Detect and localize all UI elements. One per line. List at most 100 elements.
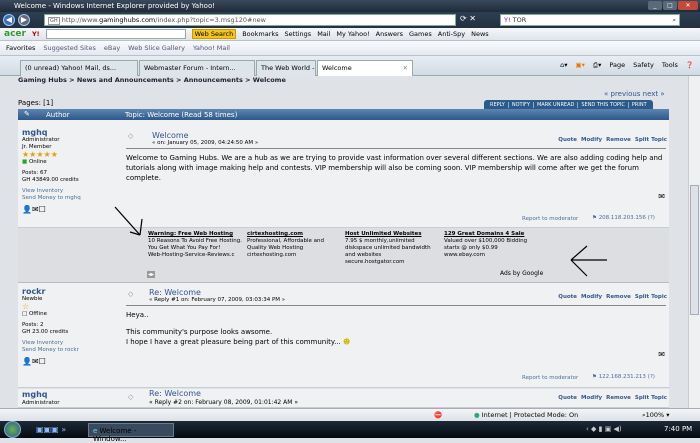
report-to-moderator-link[interactable]: Report to moderator (522, 375, 578, 381)
ad-1[interactable]: Warning: Free Web Hosting 10 Reasons To A… (148, 231, 244, 259)
quick-reply-icon[interactable]: ✉ (658, 192, 665, 201)
post-title[interactable]: Re: Welcome (149, 288, 201, 297)
modify-button[interactable]: Modify (581, 137, 602, 143)
post-author[interactable]: mghq (22, 390, 47, 399)
zone-indicator[interactable]: ● Internet | Protected Mode: On (474, 411, 578, 419)
feeds-icon[interactable]: ▣▾ (575, 61, 584, 70)
system-tray-icons[interactable]: ‹ ◆ ▮ ▣ ◀) (586, 425, 622, 433)
ip-address[interactable]: ⚑ 208.118.203.156 (?) (592, 215, 655, 221)
ads-by-google[interactable]: Ads by Google (500, 270, 543, 277)
ad-2[interactable]: cirtexhosting.com Professional, Affordabl… (247, 231, 343, 259)
home-icon[interactable]: ⌂▾ (560, 61, 567, 70)
pages-indicator[interactable]: Pages: [1] (18, 99, 53, 107)
page-menu[interactable]: Page (609, 61, 625, 70)
reply-button[interactable]: REPLY (487, 101, 509, 108)
remove-button[interactable]: Remove (606, 137, 631, 143)
zoom-control[interactable]: ⌕100% ▾ (642, 411, 670, 420)
settings-button[interactable]: Settings (285, 30, 312, 38)
remove-button[interactable]: Remove (606, 294, 631, 300)
web-slice-gallery-link[interactable]: Web Slice Gallery (128, 44, 185, 52)
previous-next-links[interactable]: « previous next » (604, 90, 665, 98)
ad-title[interactable]: Host Unlimited Websites (345, 231, 422, 237)
yahoo-menu[interactable]: Y! (32, 30, 40, 38)
favorites-button[interactable]: Favorites (6, 44, 35, 52)
taskbar-window-ie[interactable]: e Welcome - Window... (88, 423, 174, 443)
maximize-button[interactable]: □ (663, 1, 677, 10)
profile-icons[interactable]: 👤✉☐ (22, 205, 117, 214)
quick-reply-icon[interactable]: ✉ (658, 350, 665, 359)
address-bar[interactable]: GH http://www.gaminghubs.com/index.php?t… (44, 14, 456, 26)
remove-button[interactable]: Remove (606, 395, 631, 401)
ie-icon: e (93, 427, 98, 435)
anti-spy-button[interactable]: Anti-Spy (438, 30, 465, 38)
send-money-link[interactable]: Send Money to rockr (22, 347, 117, 354)
mark-unread-button[interactable]: MARK UNREAD (534, 101, 579, 108)
clock[interactable]: 7:40 PM (664, 425, 692, 433)
popup-blocker-icon[interactable]: ⛔ (434, 411, 442, 419)
quote-button[interactable]: Quote (558, 294, 577, 300)
quick-launch-icons[interactable]: ▣▣▣ » (36, 425, 66, 434)
ad-title[interactable]: Warning: Free Web Hosting (148, 231, 233, 237)
post-author[interactable]: rockr (22, 287, 117, 296)
web-search-button[interactable]: Web Search (191, 29, 237, 39)
tab-welcome[interactable]: Welcome ✕ (317, 60, 413, 76)
bookmarks-button[interactable]: Bookmarks (242, 30, 278, 38)
tab-yahoo-mail[interactable]: (0 unread) Yahoo! Mail, ds... (20, 60, 138, 76)
back-button[interactable]: ◀ (3, 14, 15, 26)
quote-button[interactable]: Quote (558, 137, 577, 143)
help-icon[interactable]: ❓ (686, 61, 694, 70)
yahoo-search-input[interactable] (45, 29, 186, 39)
start-button[interactable] (4, 421, 21, 438)
view-inventory-link[interactable]: View Inventory (22, 340, 117, 347)
my-yahoo-button[interactable]: My Yahoo! (336, 30, 369, 38)
url-prefix: http://www. (61, 16, 100, 24)
ad-url: cirtexhosting.com (247, 252, 297, 258)
print-button[interactable]: PRINT (629, 102, 650, 108)
modify-button[interactable]: Modify (581, 395, 602, 401)
rank-stars: ★★★★★ (22, 150, 58, 159)
minimize-button[interactable]: _ (648, 1, 662, 10)
profile-icons[interactable]: 👤✉☐ (22, 357, 117, 366)
yahoo-mail-link[interactable]: Yahoo! Mail (193, 44, 230, 52)
modify-button[interactable]: Modify (581, 294, 602, 300)
suggested-sites-link[interactable]: Suggested Sites (43, 44, 96, 52)
split-topic-button[interactable]: Split Topic (635, 294, 667, 300)
safety-menu[interactable]: Safety (633, 61, 654, 70)
news-button[interactable]: News (471, 30, 489, 38)
post-title[interactable]: Re: Welcome (149, 389, 201, 398)
ad-text: 10 Reasons To Avoid Free Hosting. You Ge… (148, 238, 242, 251)
ad-title[interactable]: cirtexhosting.com (247, 231, 303, 237)
tools-menu[interactable]: Tools (662, 61, 678, 70)
scrollbar-thumb[interactable] (690, 185, 699, 315)
search-icon[interactable]: ⌕ (672, 16, 676, 25)
breadcrumb[interactable]: Gaming Hubs > News and Announcements > A… (18, 76, 286, 84)
ad-4[interactable]: 129 Great Domains 4 Sale Valued over $100… (444, 231, 540, 259)
post-title[interactable]: Welcome (152, 131, 189, 140)
notify-button[interactable]: NOTIFY (509, 101, 534, 108)
post-date: « Reply #1 on: February 07, 2009, 03:03:… (149, 297, 286, 303)
games-button[interactable]: Games (409, 30, 432, 38)
ebay-link[interactable]: eBay (104, 44, 120, 52)
send-topic-button[interactable]: SEND THIS TOPIC (578, 101, 629, 108)
send-money-link[interactable]: Send Money to mghq (22, 195, 117, 202)
forward-button[interactable]: ▶ (18, 14, 30, 26)
mail-button[interactable]: Mail (317, 30, 330, 38)
tab-webmaster-forum[interactable]: Webmaster Forum - Intern... (139, 60, 255, 76)
close-button[interactable]: ✕ (678, 1, 698, 10)
refresh-stop-icons[interactable]: ⟳ ✕ (460, 14, 476, 23)
answers-button[interactable]: Answers (376, 30, 403, 38)
ad-3[interactable]: Host Unlimited Websites 7.95 $ monthly,un… (345, 231, 441, 266)
search-box[interactable]: Y! TOR ⌕ (500, 14, 680, 26)
ad-title[interactable]: 129 Great Domains 4 Sale (444, 231, 524, 237)
quote-button[interactable]: Quote (558, 395, 577, 401)
print-icon[interactable]: ⎙▾ (593, 61, 601, 70)
split-topic-button[interactable]: Split Topic (635, 137, 667, 143)
report-to-moderator-link[interactable]: Report to moderator (522, 216, 578, 222)
ip-address[interactable]: ⚑ 122.168.231.213 (?) (592, 374, 655, 380)
tab-web-world[interactable]: The Web World - A Uniqu... (256, 60, 316, 76)
close-tab-icon[interactable]: ✕ (403, 64, 408, 72)
split-topic-button[interactable]: Split Topic (635, 395, 667, 401)
ad-nav-arrows[interactable]: ◂▸ (147, 271, 156, 278)
post-author[interactable]: mghq (22, 128, 117, 137)
view-inventory-link[interactable]: View Inventory (22, 188, 117, 195)
